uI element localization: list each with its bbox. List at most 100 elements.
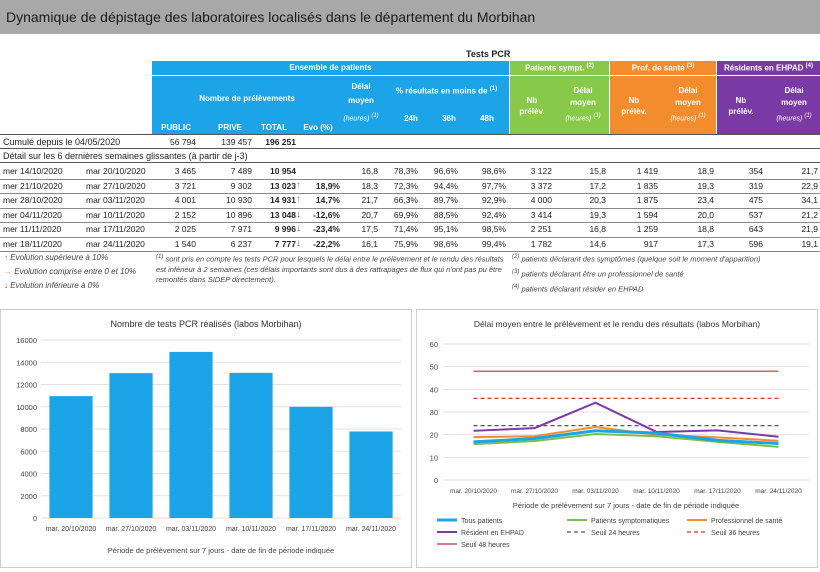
y-tick-label: 10: [430, 453, 438, 462]
y-tick-label: 14000: [16, 358, 37, 367]
group-sympt-label: Patients sympt. (2): [525, 63, 594, 73]
hdr-prof-prelev: prélèv.: [621, 107, 647, 116]
cell-del: 17,5: [361, 224, 378, 234]
cell-sdel: 17,2: [589, 180, 606, 191]
hdr-prof-delai1: Délai: [678, 86, 698, 95]
arrow-up-icon: ↑: [4, 253, 8, 262]
cell-del: 21,7: [361, 195, 378, 205]
y-tick-label: 12000: [16, 381, 37, 390]
hdr-pct: % résultats en moins de (1): [395, 86, 498, 96]
bar: [109, 373, 153, 518]
hdr-prive: PRIVE: [217, 123, 242, 132]
note-3: (3) patients déclarant être un professio…: [512, 269, 684, 279]
cell-d1: mer 04/11/2020: [3, 209, 62, 220]
legend-mid: → Evolution comprise entre 0 et 10%: [4, 267, 137, 276]
cell-evo: 14,7%: [315, 195, 340, 205]
cell-tot: 7 777: [274, 238, 296, 249]
hdr-nb-prelev: Nombre de prélèvements: [199, 94, 295, 103]
cell-snb: 3 414: [530, 209, 552, 220]
cell-pri: 7 971: [230, 224, 252, 234]
cell-sdel: 16,8: [589, 224, 606, 234]
cell-p24: 75,9%: [393, 238, 418, 249]
bar-chart-title: Nombre de tests PCR réalisés (labos Morb…: [110, 319, 301, 329]
cell-enb: 537: [748, 209, 763, 220]
cell-d2: mar 17/11/2020: [86, 224, 145, 234]
cell-p24: 71,4%: [393, 224, 418, 234]
cell-enb: 475: [748, 195, 763, 205]
cell-pnb: 1 259: [636, 224, 658, 234]
page-title: Dynamique de dépistage des laboratoires …: [6, 9, 536, 25]
y-tick-label: 4000: [20, 470, 37, 479]
group-ehpad-label: Résidents en EHPAD (4): [723, 63, 813, 73]
hdr-public: PUBLIC: [161, 123, 191, 132]
cell-d1: mer 14/10/2020: [3, 166, 63, 176]
cell-sdel: 14,6: [589, 238, 606, 249]
y-tick-label: 10000: [16, 403, 37, 412]
hdr-ehpad-delai2: moyen: [781, 98, 807, 107]
cell-pnb: 1 835: [636, 180, 658, 191]
x-tick-label: mar. 24/11/2020: [346, 526, 396, 533]
title-bar: Dynamique de dépistage des laboratoires …: [0, 0, 820, 34]
cell-pnb: 1 419: [636, 166, 658, 176]
cell-d2: mar 03/11/2020: [86, 195, 145, 205]
cell-pub: 2 152: [174, 209, 196, 220]
cell-p48: 98,6%: [481, 166, 506, 176]
cell-pdel: 17,3: [697, 238, 714, 249]
bar: [49, 396, 93, 518]
cell-p36: 95,1%: [433, 224, 458, 234]
hdr-delai-2: moyen: [348, 96, 374, 105]
line-chart-xlabel: Période de prélèvement sur 7 jours - dat…: [513, 501, 739, 510]
group-ensemble-label: Ensemble de patients: [289, 63, 372, 72]
legend-label: Seuil 36 heures: [711, 530, 760, 537]
hdr-sympt-delai2: moyen: [570, 98, 596, 107]
note-2: (2) patients déclarant des symptômes (qu…: [512, 254, 761, 264]
x-tick-label: mar. 17/11/2020: [694, 488, 741, 495]
arrow-down-icon: ↓: [296, 223, 301, 234]
cell-sdel: 15,8: [589, 166, 606, 176]
legend-label: Seuil 24 heures: [591, 530, 640, 537]
cell-p24: 72,3%: [393, 180, 418, 191]
y-tick-label: 2000: [20, 492, 37, 501]
arrow-down-icon: ↓: [4, 281, 8, 290]
row-separator: [0, 193, 820, 194]
cell-d2: mar 10/11/2020: [86, 209, 145, 220]
row-separator: [0, 222, 820, 223]
cumul-prive: 139 457: [221, 137, 252, 147]
cell-evo: -23,4%: [313, 224, 340, 234]
cell-p48: 92,4%: [481, 209, 506, 220]
note-1: (1) sont pris en compte les tests PCR po…: [156, 254, 504, 284]
legend-label: Patients symptomatiques: [591, 518, 670, 525]
cell-p36: 94,4%: [433, 180, 458, 191]
legend-up: ↑ Evolution supérieure à 10%: [4, 253, 109, 262]
cumul-public: 56 794: [170, 137, 196, 147]
y-tick-label: 0: [33, 514, 37, 523]
cell-p24: 66,3%: [393, 195, 418, 205]
cumul-total: 196 251: [265, 137, 296, 147]
legend-label: Professionnel de santé: [711, 518, 782, 525]
y-tick-label: 20: [430, 431, 438, 440]
arrow-right-icon: →: [4, 267, 12, 276]
cell-p36: 88,5%: [433, 209, 458, 220]
cell-p48: 98,5%: [481, 224, 506, 234]
cell-snb: 2 251: [530, 224, 552, 234]
arrow-down-icon: ↓: [296, 237, 301, 249]
cell-snb: 1 782: [530, 238, 552, 249]
cell-pri: 9 302: [230, 180, 252, 191]
cell-evo: 18,9%: [315, 180, 340, 191]
cell-p36: 89,7%: [433, 195, 458, 205]
cell-p48: 99,4%: [481, 238, 506, 249]
cell-pnb: 1 594: [636, 209, 658, 220]
hdr-ehpad-nb: Nb: [735, 96, 747, 105]
cell-pdel: 23,4: [697, 195, 714, 205]
group-prof-label: Prof. de santé (3): [631, 63, 695, 73]
x-tick-label: mar. 20/10/2020: [46, 526, 97, 533]
cell-sdel: 19,3: [589, 209, 606, 220]
bar: [169, 351, 213, 518]
cell-pri: 6 237: [230, 238, 252, 249]
hdr-24h: 24h: [404, 114, 418, 123]
hdr-delai-1: Délai: [351, 82, 371, 91]
cell-pdel: 19,3: [697, 180, 714, 191]
y-tick-label: 8000: [20, 425, 37, 434]
cell-p36: 98,6%: [433, 238, 458, 249]
x-tick-label: mar. 10/11/2020: [633, 488, 680, 495]
